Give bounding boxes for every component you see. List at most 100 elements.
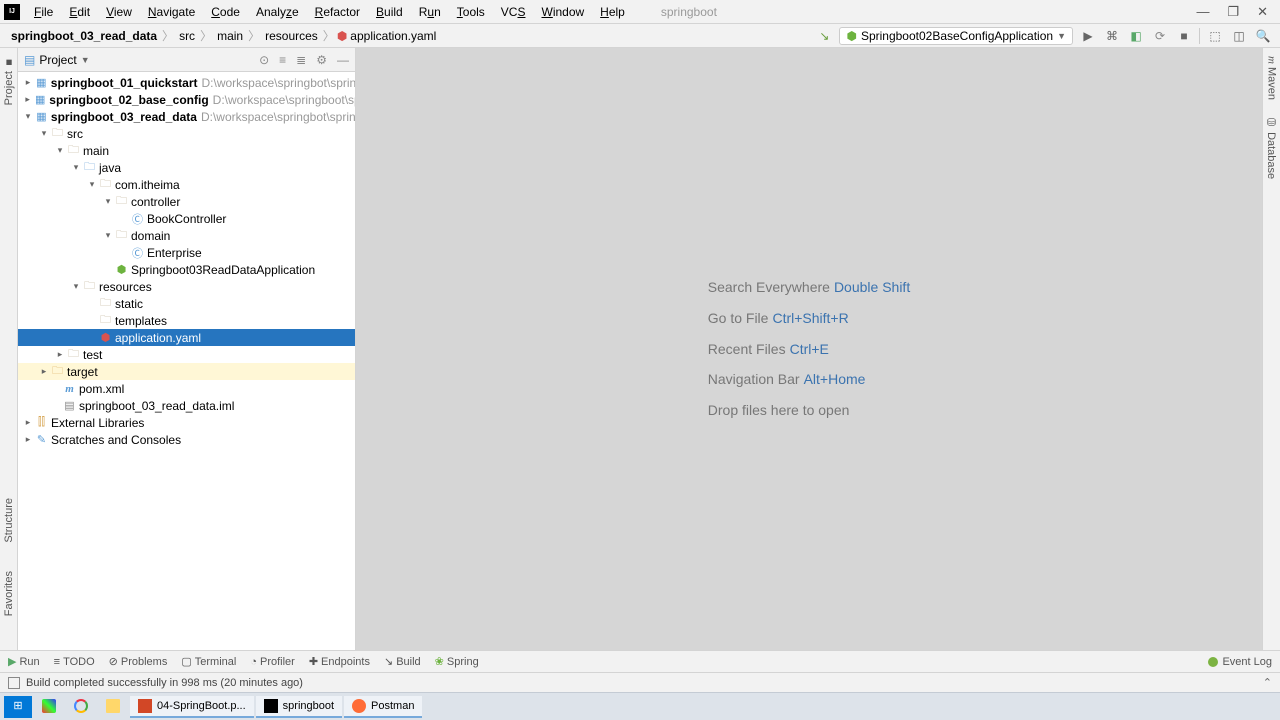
menu-bar: File Edit View Navigate Code Analyze Ref… (0, 0, 1280, 24)
project-tree[interactable]: ▸▦springboot_01_quickstartD:\workspace\s… (18, 72, 355, 650)
start-button[interactable]: ⊞ (4, 696, 32, 718)
tree-package[interactable]: ▾🗀controller (18, 193, 355, 210)
tab-favorites[interactable]: Favorites (3, 567, 15, 620)
tab-structure[interactable]: Structure (3, 494, 15, 547)
tree-file[interactable]: ▸▤springboot_03_read_data.iml (18, 397, 355, 414)
tree-folder-target[interactable]: ▸🗀target (18, 363, 355, 380)
status-tool-window-icon[interactable] (8, 677, 20, 689)
taskbar-explorer[interactable] (98, 696, 128, 718)
app-logo-icon (4, 4, 20, 20)
tree-folder[interactable]: ▸🗀templates (18, 312, 355, 329)
breadcrumb-main[interactable]: main (214, 29, 246, 43)
menu-code[interactable]: Code (203, 3, 248, 21)
taskbar-chrome[interactable] (66, 696, 96, 718)
vcs-update-icon[interactable]: ⬚ (1206, 29, 1224, 43)
bottom-tool-bar: ▶Run ≡TODO ⊘Problems ▢Terminal ◔Profiler… (0, 650, 1280, 672)
search-everywhere-icon[interactable]: 🔍 (1254, 29, 1272, 43)
debug-button-icon[interactable]: ⌘ (1103, 29, 1121, 43)
stop-button-icon[interactable]: ■ (1175, 29, 1193, 43)
project-panel: ▤ Project ▼ ⊙ ≡ ≣ ⚙ — ▸▦springboot_01_qu… (18, 48, 356, 650)
menu-edit[interactable]: Edit (61, 3, 98, 21)
vcs-commit-icon[interactable]: ◫ (1230, 29, 1248, 43)
tab-database[interactable]: ⛁ Database (1265, 112, 1278, 183)
tree-package[interactable]: ▾🗀domain (18, 227, 355, 244)
menu-analyze[interactable]: Analyze (248, 3, 307, 21)
run-button-icon[interactable]: ▶ (1079, 29, 1097, 43)
tree-package[interactable]: ▾🗀com.itheima (18, 176, 355, 193)
run-config-selector[interactable]: ⬢ Springboot02BaseConfigApplication ▼ (839, 27, 1073, 45)
tree-class[interactable]: ▸ⒸBookController (18, 210, 355, 227)
taskbar-intellij[interactable]: springboot (256, 696, 342, 718)
chevron-down-icon[interactable]: ▼ (81, 55, 90, 65)
menu-vcs[interactable]: VCS (493, 3, 534, 21)
taskbar-powerpoint[interactable]: 04-SpringBoot.p... (130, 696, 254, 718)
tab-endpoints[interactable]: ✚Endpoints (309, 655, 370, 668)
tree-module[interactable]: ▸▦springboot_01_quickstartD:\workspace\s… (18, 74, 355, 91)
tree-folder[interactable]: ▸🗀static (18, 295, 355, 312)
window-maximize[interactable]: ❐ (1227, 4, 1239, 20)
tree-folder[interactable]: ▾🗀src (18, 125, 355, 142)
tree-class[interactable]: ▸⬢Springboot03ReadDataApplication (18, 261, 355, 278)
tab-project[interactable]: Project ■ (3, 52, 15, 109)
tree-module[interactable]: ▸▦springboot_02_base_configD:\workspace\… (18, 91, 355, 108)
menu-build[interactable]: Build (368, 3, 411, 21)
chevron-right-icon: 〉 (246, 27, 262, 44)
breadcrumb-file[interactable]: application.yaml (347, 29, 439, 43)
navigation-bar: springboot_03_read_data 〉 src 〉 main 〉 r… (0, 24, 1280, 48)
menu-refactor[interactable]: Refactor (307, 3, 368, 21)
tree-folder[interactable]: ▾🗀java (18, 159, 355, 176)
breadcrumb-resources[interactable]: resources (262, 29, 321, 43)
tree-folder[interactable]: ▾🗀main (18, 142, 355, 159)
tree-file[interactable]: ▸mpom.xml (18, 380, 355, 397)
menu-window[interactable]: Window (533, 3, 592, 21)
menu-tools[interactable]: Tools (449, 3, 493, 21)
tree-external-libraries[interactable]: ▸⫿⫿External Libraries (18, 414, 355, 431)
window-minimize[interactable]: — (1196, 4, 1209, 20)
tab-build[interactable]: ↘Build (384, 655, 421, 668)
menu-view[interactable]: View (98, 3, 140, 21)
tree-scratches[interactable]: ▸✎Scratches and Consoles (18, 431, 355, 448)
editor-empty-area[interactable]: Search Everywhere Double Shift Go to Fil… (356, 48, 1262, 650)
tree-folder[interactable]: ▸🗀test (18, 346, 355, 363)
status-toggle-icon[interactable]: ⌃ (1263, 676, 1272, 689)
collapse-all-icon[interactable]: ≣ (296, 53, 306, 67)
tree-file-selected[interactable]: ▸⬢application.yaml (18, 329, 355, 346)
menu-navigate[interactable]: Navigate (140, 3, 203, 21)
tab-run[interactable]: ▶Run (8, 655, 40, 668)
tab-profiler[interactable]: ◔Profiler (250, 656, 295, 668)
chevron-right-icon: 〉 (160, 27, 176, 44)
breadcrumb-src[interactable]: src (176, 29, 198, 43)
profile-button-icon[interactable]: ⟳ (1151, 29, 1169, 43)
settings-icon[interactable]: ⚙ (316, 53, 327, 67)
project-view-icon: ▤ (24, 53, 35, 67)
tree-module[interactable]: ▾▦springboot_03_read_dataD:\workspace\sp… (18, 108, 355, 125)
chevron-right-icon: 〉 (198, 27, 214, 44)
tree-class[interactable]: ▸ⒸEnterprise (18, 244, 355, 261)
run-config-name: Springboot02BaseConfigApplication (861, 29, 1053, 43)
select-opened-file-icon[interactable]: ⊙ (259, 53, 269, 67)
menu-run[interactable]: Run (411, 3, 449, 21)
editor-hints: Search Everywhere Double Shift Go to Fil… (708, 272, 910, 426)
expand-all-icon[interactable]: ≡ (279, 53, 286, 67)
window-close[interactable]: ✕ (1257, 4, 1268, 20)
tab-maven[interactable]: m Maven (1266, 52, 1278, 104)
breadcrumb-root[interactable]: springboot_03_read_data (8, 29, 160, 43)
menu-help[interactable]: Help (592, 3, 633, 21)
status-message: Build completed successfully in 998 ms (… (26, 677, 303, 689)
project-panel-title[interactable]: Project (39, 53, 76, 67)
menu-file[interactable]: File (26, 3, 61, 21)
chevron-right-icon: 〉 (321, 27, 337, 44)
right-tool-gutter: m Maven ⛁ Database (1262, 48, 1280, 650)
tab-terminal[interactable]: ▢Terminal (181, 655, 236, 668)
tab-todo[interactable]: ≡TODO (54, 656, 95, 668)
tab-problems[interactable]: ⊘Problems (109, 655, 168, 668)
taskbar-app[interactable] (34, 696, 64, 718)
left-tool-gutter: Project ■ Structure Favorites (0, 48, 18, 650)
build-hammer-icon[interactable]: ↘ (815, 29, 833, 43)
hide-panel-icon[interactable]: — (337, 53, 349, 67)
tab-spring[interactable]: ❀Spring (435, 655, 479, 668)
taskbar-postman[interactable]: Postman (344, 696, 422, 718)
tab-event-log[interactable]: Event Log (1222, 656, 1272, 668)
tree-folder[interactable]: ▾🗀resources (18, 278, 355, 295)
coverage-button-icon[interactable]: ◧ (1127, 29, 1145, 43)
